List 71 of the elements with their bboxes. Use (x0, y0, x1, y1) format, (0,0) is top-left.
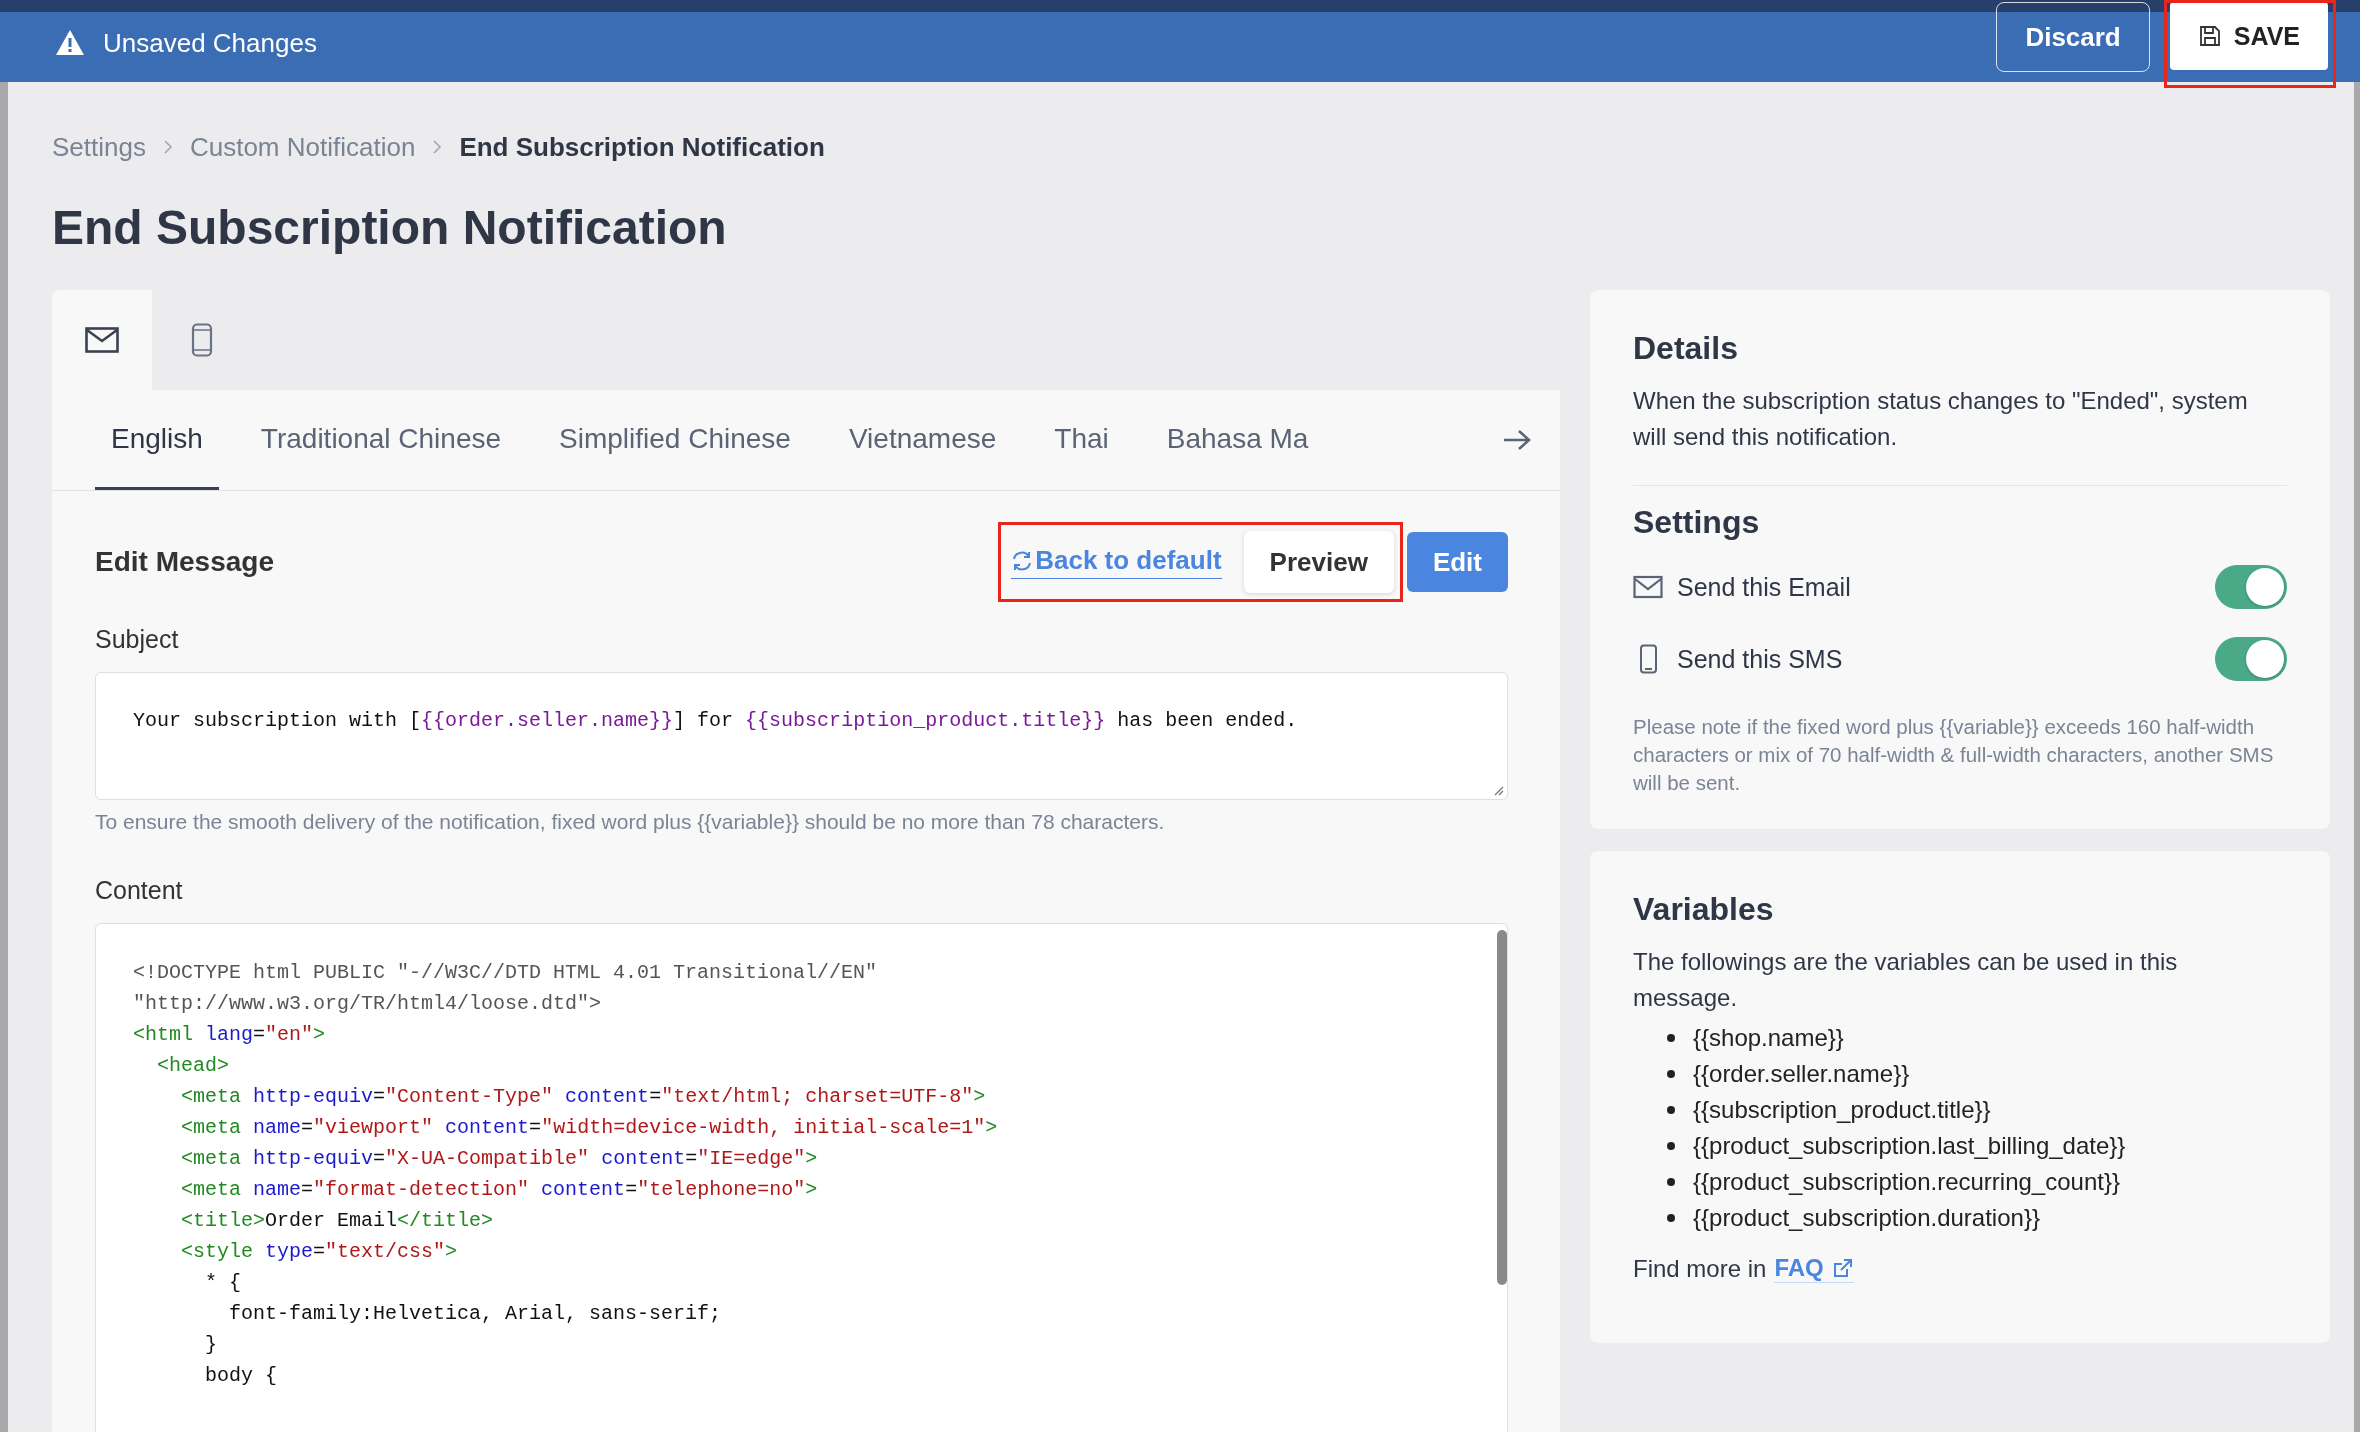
language-tab[interactable]: Vietnamese (832, 390, 1013, 490)
section-title: Edit Message (95, 546, 274, 578)
code-line: <title>Order Email</title> (180, 1208, 494, 1234)
card-heading: Settings (1633, 504, 1761, 541)
setting-label: Send this SMS (1677, 644, 1844, 674)
unsaved-changes-text: Unsaved Changes (103, 27, 317, 59)
refresh-icon (1011, 549, 1034, 572)
breadcrumb-item: End Subscription Notification (459, 131, 825, 163)
code-line: <!DOCTYPE html PUBLIC "-//W3C//DTD HTML 4.01 Transitional//EN" (133, 960, 878, 986)
hint-text: To ensure the smooth delivery of the notification, fixed word plus {{variable}} should be no more than 78 characters. (95, 810, 1166, 834)
code-line: "http://www.w3.org/TR/html4/loose.dtd"> (133, 991, 602, 1017)
toggle-switch[interactable] (2215, 637, 2287, 681)
variable-item: {{order.seller.name}} (1693, 1060, 1910, 1088)
variable-item: {{product_subscription.duration}} (1693, 1204, 2040, 1232)
variable-item: {{product_subscription.recurring_count}} (1693, 1168, 2120, 1196)
breadcrumb-item[interactable]: Custom Notification (189, 131, 416, 163)
save-button[interactable]: SAVE (2169, 2, 2328, 70)
resize-grip-icon[interactable] (1492, 784, 1504, 796)
subject-field[interactable]: Your subscription with [{{order.seller.name}}] for {{subscription_product.title}} has been ended. (95, 672, 1508, 800)
envelope-icon (1633, 575, 1663, 599)
code-line: } (204, 1332, 217, 1358)
chevron-right-icon (161, 139, 174, 155)
code-line: <head> (156, 1053, 229, 1079)
page-title: End Subscription Notification (52, 200, 728, 256)
bullet-icon (1667, 1070, 1675, 1078)
bullet-icon (1667, 1214, 1675, 1222)
code-line: <html lang="en"> (133, 1022, 326, 1048)
code-line: <meta http-equiv="X-UA-Compatible" content="IE=edge"> (180, 1146, 818, 1172)
language-tab[interactable]: Traditional Chinese (244, 390, 518, 490)
warning-icon (55, 29, 85, 57)
code-line: <meta name="viewport" content="width=device-width, initial-scale=1"> (180, 1115, 998, 1141)
code-line: * { (204, 1270, 242, 1296)
card-heading: Details (1633, 330, 1739, 367)
bullet-icon (1667, 1034, 1675, 1042)
envelope-icon (85, 327, 119, 353)
variables-description: The followings are the variables can be used in this message. (1633, 947, 2179, 1013)
card-heading: Variables (1633, 891, 1775, 928)
chevron-right-icon (431, 139, 444, 155)
phone-icon (191, 323, 213, 357)
code-line: body { (204, 1363, 278, 1389)
details-description: When the subscription status changes to "Ended", system will send this notification. (1633, 386, 2249, 452)
code-line: font-family:Helvetica, Arial, sans-serif; (228, 1301, 722, 1327)
bullet-icon (1667, 1178, 1675, 1186)
toggle-switch[interactable] (2215, 565, 2287, 609)
language-tab[interactable]: Bahasa Ma (1150, 390, 1325, 490)
arrow-right-icon[interactable] (1502, 428, 1532, 452)
faq-text: Find more in (1633, 1254, 1767, 1283)
code-line: <meta http-equiv="Content-Type" content="text/html; charset=UTF-8"> (180, 1084, 986, 1110)
setting-label: Send this Email (1677, 572, 1852, 602)
variable-item: {{shop.name}} (1693, 1024, 1844, 1052)
language-tab[interactable]: Thai (1038, 390, 1125, 490)
bullet-icon (1667, 1106, 1675, 1114)
preview-button[interactable]: Preview (1243, 531, 1394, 593)
bullet-icon (1667, 1142, 1675, 1150)
variable-item: {{subscription_product.title}} (1693, 1096, 1991, 1124)
breadcrumb-item[interactable]: Settings (52, 131, 146, 163)
edit-button[interactable]: Edit (1406, 532, 1508, 592)
code-editor[interactable] (95, 923, 1508, 1432)
code-line: <style type="text/css"> (180, 1239, 458, 1265)
code-line: <meta name="format-detection" content="telephone=no"> (180, 1177, 818, 1203)
faq-link[interactable]: FAQ (1774, 1254, 1854, 1283)
scrollbar-thumb[interactable] (1497, 930, 1507, 1285)
language-tab[interactable]: English (95, 390, 219, 490)
external-link-icon (1831, 1257, 1854, 1279)
sms-note: Please note if the fixed word plus {{variable}} exceeds 160 half-width characters or mix of 70 half-width & full-width characters, another SMS will be sent. (1633, 714, 2275, 796)
field-label: Content (95, 876, 184, 905)
language-tab[interactable]: Simplified Chinese (543, 390, 807, 490)
discard-button[interactable]: Discard (1996, 2, 2150, 72)
back-to-default-link[interactable]: Back to default (1011, 545, 1222, 579)
variable-item: {{product_subscription.last_billing_date}} (1693, 1132, 2126, 1160)
field-label: Subject (95, 625, 180, 654)
